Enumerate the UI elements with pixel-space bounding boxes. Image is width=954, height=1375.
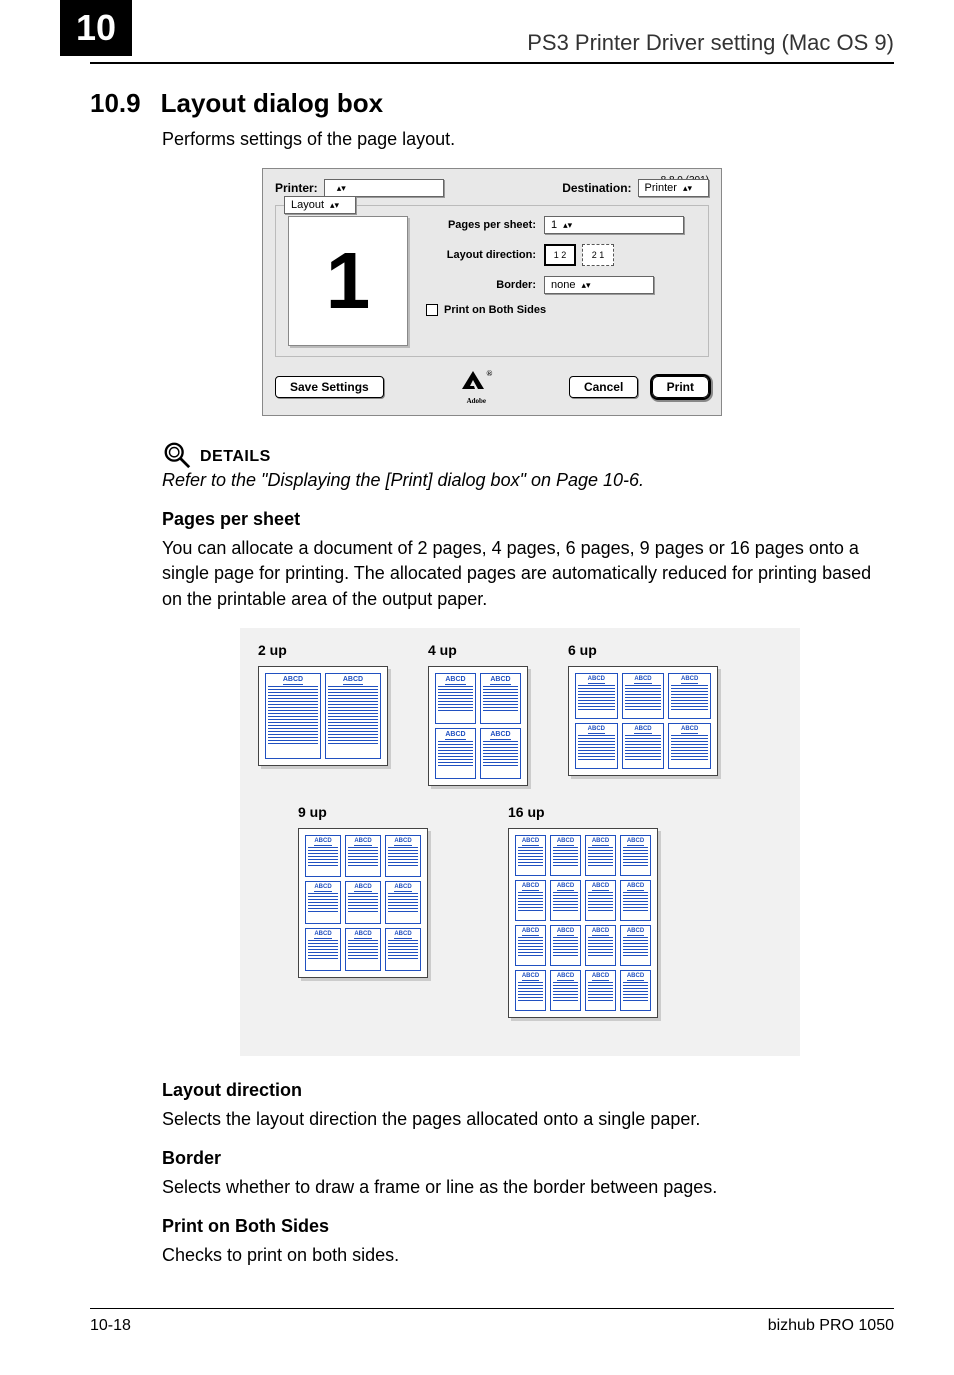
layout-direction-label: Layout direction: xyxy=(426,249,536,261)
pages-per-sheet-label: Pages per sheet: xyxy=(426,219,536,231)
layout-preview: 1 xyxy=(288,216,408,346)
nup-16-sheet: ABCD ABCD ABCD ABCD ABCD ABCD ABCD ABCD … xyxy=(508,828,658,1018)
layout-direction-heading: Layout direction xyxy=(162,1080,894,1101)
layout-dialog: 8.8.0 (301) Printer: ▴▾ Destination: Pri… xyxy=(262,168,722,416)
print-button[interactable]: Print xyxy=(652,376,709,398)
footer-product: bizhub PRO 1050 xyxy=(768,1317,894,1335)
nup-4-sheet: ABCD ABCD ABCD ABCD xyxy=(428,666,528,786)
both-sides-text: Checks to print on both sides. xyxy=(162,1243,894,1268)
section-title: Layout dialog box xyxy=(161,88,383,119)
both-sides-checkbox[interactable] xyxy=(426,304,438,316)
header-title: PS3 Printer Driver setting (Mac OS 9) xyxy=(132,30,894,56)
both-sides-label: Print on Both Sides xyxy=(444,304,546,316)
chevron-updown-icon: ▴▾ xyxy=(337,184,346,193)
footer-page: 10-18 xyxy=(90,1317,131,1335)
nup-4-label: 4 up xyxy=(428,642,528,658)
border-heading: Border xyxy=(162,1148,894,1169)
nup-2-label: 2 up xyxy=(258,642,388,658)
chapter-number: 10 xyxy=(60,0,132,56)
adobe-logo-icon: ® Adobe xyxy=(460,369,492,405)
chevron-updown-icon: ▴▾ xyxy=(330,201,339,210)
direction-ltr-button[interactable]: 1 2 xyxy=(544,244,576,266)
pages-per-sheet-text: You can allocate a document of 2 pages, … xyxy=(162,536,894,612)
chevron-updown-icon: ▴▾ xyxy=(563,221,572,230)
destination-label: Destination: xyxy=(562,181,631,195)
pages-per-sheet-heading: Pages per sheet xyxy=(162,509,894,530)
printer-select[interactable]: ▴▾ xyxy=(324,179,444,197)
pages-per-sheet-select[interactable]: 1▴▾ xyxy=(544,216,684,234)
direction-rtl-button[interactable]: 2 1 xyxy=(582,244,614,266)
chevron-updown-icon: ▴▾ xyxy=(581,281,590,290)
nup-6-label: 6 up xyxy=(568,642,718,658)
border-select[interactable]: none▴▾ xyxy=(544,276,654,294)
nup-16-label: 16 up xyxy=(508,804,658,820)
printer-label: Printer: xyxy=(275,181,318,195)
cancel-button[interactable]: Cancel xyxy=(569,376,638,398)
nup-6-sheet: ABCD ABCD ABCD ABCD ABCD ABCD xyxy=(568,666,718,776)
panel-tab-select[interactable]: Layout▴▾ xyxy=(284,196,356,214)
nup-9-label: 9 up xyxy=(298,804,428,820)
section-number: 10.9 xyxy=(90,88,141,119)
chevron-updown-icon: ▴▾ xyxy=(683,184,692,193)
nup-9-sheet: ABCD ABCD ABCD ABCD ABCD ABCD ABCD ABCD … xyxy=(298,828,428,978)
nup-2-sheet: ABCD ABCD xyxy=(258,666,388,766)
destination-select[interactable]: Printer▴▾ xyxy=(638,179,709,197)
details-reference: Refer to the "Displaying the [Print] dia… xyxy=(162,470,894,491)
magnifier-icon xyxy=(162,440,192,470)
layout-direction-text: Selects the layout direction the pages a… xyxy=(162,1107,894,1132)
save-settings-button[interactable]: Save Settings xyxy=(275,376,384,398)
nup-illustration: 2 up ABCD ABCD 4 up ABCD ABCD ABCD ABCD … xyxy=(240,628,800,1056)
border-text: Selects whether to draw a frame or line … xyxy=(162,1175,894,1200)
border-label: Border: xyxy=(426,279,536,291)
section-intro: Performs settings of the page layout. xyxy=(162,127,894,152)
both-sides-heading: Print on Both Sides xyxy=(162,1216,894,1237)
details-label: DETAILS xyxy=(200,448,271,466)
